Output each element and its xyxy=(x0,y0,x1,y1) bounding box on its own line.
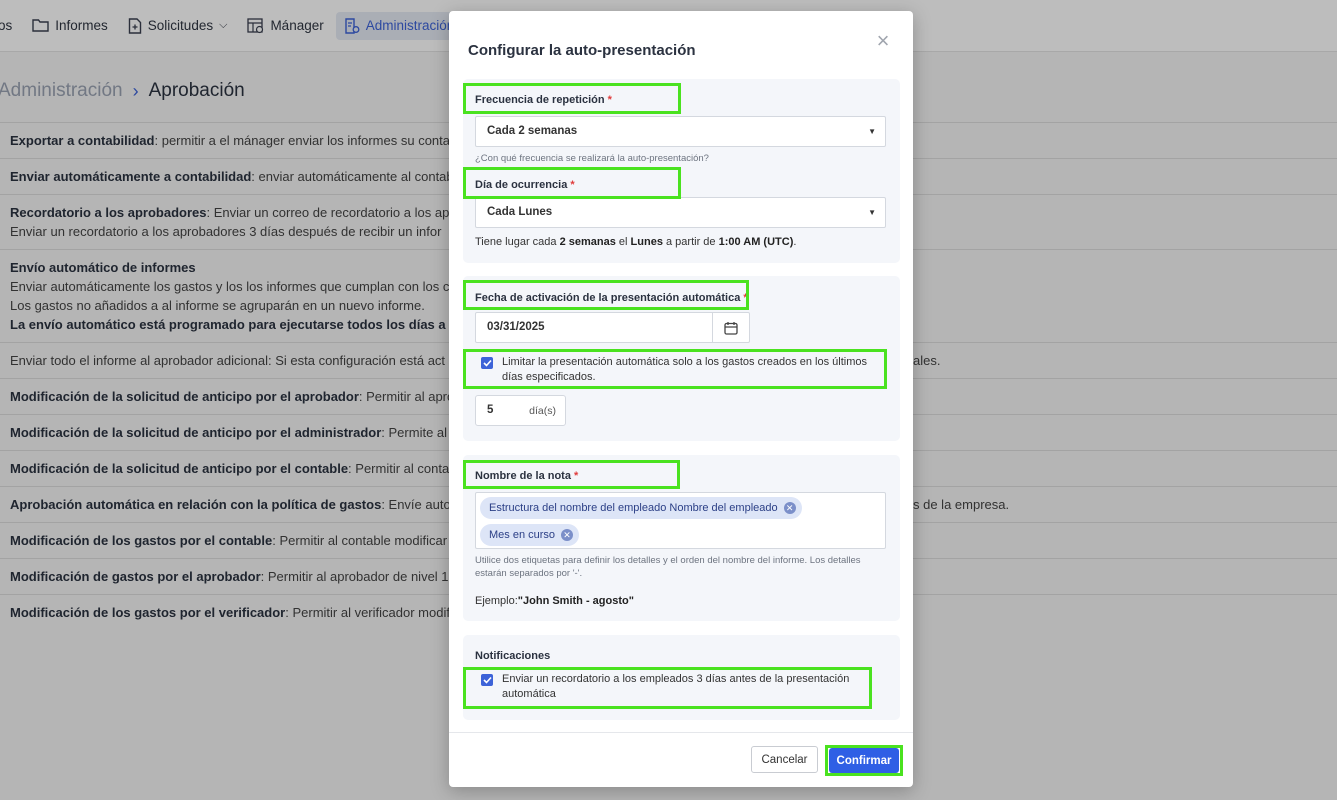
day-select[interactable]: Cada Lunes ▼ xyxy=(475,197,886,228)
frequency-value: Cada 2 semanas xyxy=(487,125,578,137)
limit-days-text: Limitar la presentación automática solo … xyxy=(502,356,868,383)
close-icon[interactable]: × xyxy=(873,30,893,52)
frequency-select[interactable]: Cada 2 semanas ▼ xyxy=(475,116,886,147)
note-name-section: Nombre de la nota * Estructura del nombre… xyxy=(463,455,900,621)
auto-submit-dialog: Configurar la auto-presentación × Frecue… xyxy=(449,11,913,787)
note-name-hint: Utilice dos etiquetas para definir los d… xyxy=(475,555,861,579)
days-unit: día(s) xyxy=(529,405,556,417)
check-icon xyxy=(482,676,492,684)
activation-section: Fecha de activación de la presentación a… xyxy=(463,276,900,441)
day-value: Cada Lunes xyxy=(487,206,553,218)
calendar-icon[interactable] xyxy=(712,313,749,342)
activation-date-label: Fecha de activación de la presentación a… xyxy=(475,292,748,304)
remove-tag-icon[interactable]: ✕ xyxy=(561,529,574,541)
caret-down-icon: ▼ xyxy=(868,208,876,217)
tag-chip: Estructura del nombre del empleado Nombr… xyxy=(480,497,802,519)
activation-date-value: 03/31/2025 xyxy=(487,321,545,333)
cancel-button[interactable]: Cancelar xyxy=(751,746,818,773)
dialog-title: Configurar la auto-presentación xyxy=(468,42,696,59)
limit-days-checkbox[interactable] xyxy=(481,357,493,369)
footer-divider xyxy=(449,732,913,733)
tag-chip: Mes en curso ✕ xyxy=(480,524,580,546)
reminder-checkbox[interactable] xyxy=(481,674,493,686)
activation-date-input[interactable]: 03/31/2025 xyxy=(475,312,750,343)
notifications-section: Notificaciones Enviar un recordatorio a … xyxy=(463,635,900,720)
frequency-hint: ¿Con qué frecuencia se realizará la auto… xyxy=(475,153,709,164)
frequency-section: Frecuencia de repetición * Cada 2 semanas… xyxy=(463,79,900,263)
note-name-tags-input[interactable]: Estructura del nombre del empleado Nombr… xyxy=(475,492,886,549)
day-label: Día de ocurrencia * xyxy=(475,179,575,191)
caret-down-icon: ▼ xyxy=(868,127,876,136)
confirm-button[interactable]: Confirmar xyxy=(829,748,899,773)
check-icon xyxy=(482,359,492,367)
days-stepper[interactable]: 5 día(s) xyxy=(475,395,566,426)
schedule-summary: Tiene lugar cada 2 semanas el Lunes a pa… xyxy=(475,236,797,248)
note-name-example: Ejemplo:"John Smith - agosto" xyxy=(475,595,634,607)
frequency-label: Frecuencia de repetición * xyxy=(475,94,612,106)
remove-tag-icon[interactable]: ✕ xyxy=(783,502,796,514)
days-value: 5 xyxy=(487,404,494,416)
reminder-text: Enviar un recordatorio a los empleados 3… xyxy=(502,673,850,700)
notifications-label: Notificaciones xyxy=(475,650,551,662)
note-name-label: Nombre de la nota * xyxy=(475,470,579,482)
